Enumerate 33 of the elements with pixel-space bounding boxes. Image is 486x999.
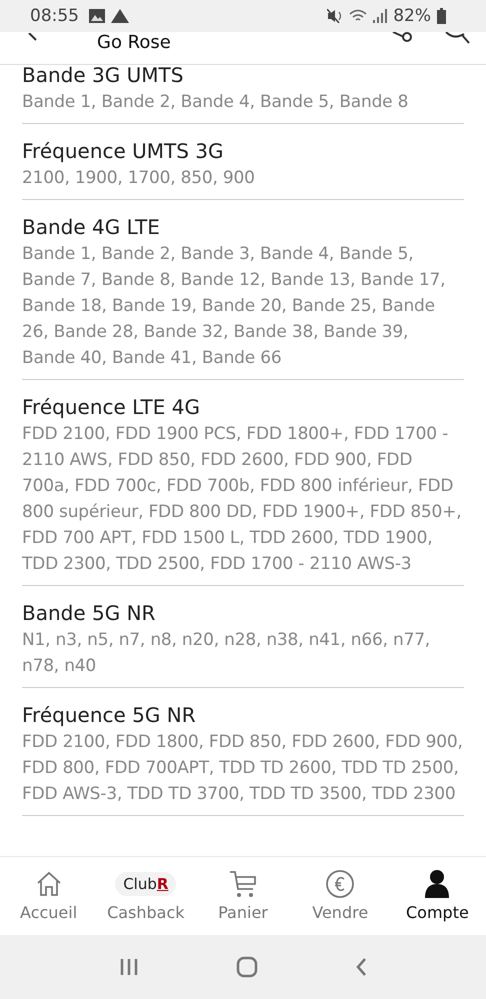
status-time: 08:55 — [30, 6, 79, 26]
spec-title: Fréquence 5G NR — [22, 702, 197, 729]
image-icon — [89, 9, 105, 23]
spec-title: Fréquence LTE 4G — [22, 394, 201, 421]
cart-icon — [228, 869, 258, 899]
spec-value: N1, n3, n5, n7, n8, n20, n28, n38, n41, n66, n77, n78, n40 — [22, 629, 432, 678]
page-title: Go Rose — [97, 31, 171, 55]
wifi-icon — [349, 9, 368, 23]
nav-tab[interactable]: ClubR Cashback — [97, 857, 194, 935]
euro-icon — [325, 869, 356, 899]
house-icon — [34, 870, 63, 898]
home-icon[interactable] — [236, 956, 258, 978]
nav-tab[interactable]: Accueil — [0, 857, 98, 935]
nav-tab[interactable]: Compte — [388, 857, 486, 935]
spec-value: Bande 1, Bande 2, Bande 3, Bande 4, Bande 5, Bande 7, Bande 8, Bande 12, Bande 13, Bande 17, Bande 18, Bande 19, Bande 20, Bande 25, Bande 26, Bande 28, Bande 32, Bande 38, Bande 39, Bande 40, Bande 41, Bande 66 — [22, 243, 446, 370]
battery-icon — [437, 8, 446, 24]
nav-tab[interactable]: Vendre — [292, 857, 389, 935]
spec-title: Fréquence UMTS 3G — [22, 138, 225, 165]
spec-value: FDD 2100, FDD 1800, FDD 850, FDD 2600, FDD 900, FDD 800, FDD 700APT, TDD TD 2600, TDD TD 2500, FDD AWS-3, TDD TD 3700, TDD TD 3500, TDD 2300 — [22, 731, 464, 806]
signal-icon — [373, 9, 388, 23]
spec-title: Bande 3G UMTS — [22, 65, 184, 89]
spec-title: Bande 4G LTE — [22, 214, 161, 241]
warning-icon — [111, 9, 129, 23]
spec-value: 2100, 1900, 1700, 850, 900 — [22, 167, 256, 190]
mute-icon — [327, 9, 344, 23]
nav-tab[interactable]: Panier — [194, 857, 292, 935]
spec-value: Bande 1, Bande 2, Bande 4, Bande 5, Bande 8 — [22, 91, 410, 114]
person-icon — [424, 869, 450, 899]
battery-level: 82% — [393, 6, 431, 26]
spec-title: Bande 5G NR — [22, 600, 156, 627]
recent-apps-icon[interactable] — [118, 958, 139, 976]
club-badge: ClubR — [115, 872, 176, 896]
spec-value: FDD 2100, FDD 1900 PCS, FDD 1800+, FDD 1700 - 2110 AWS, FDD 850, FDD 2600, FDD 900, FDD 700a, FDD 700c, FDD 700b, FDD 800 inférieur, FDD 800 supérieur, FDD 800 DD, FDD 1900+, FDD 850+, FDD 700 APT, FDD 1500 L, TDD 2600, TDD 1900, TDD 2300, TDD 2500, FDD 1700 - 2110 AWS-3 — [22, 423, 462, 576]
